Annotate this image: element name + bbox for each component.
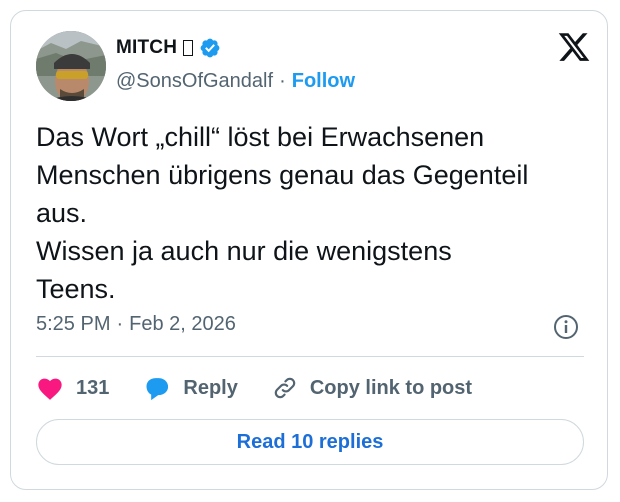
tweet-time: 5:25 PM	[36, 313, 111, 335]
heart-icon	[38, 378, 62, 400]
reply-label: Reply	[183, 376, 238, 399]
tweet-text: Das Wort „chill“ löst bei Erwachsenen Me…	[36, 118, 586, 308]
tweet-text-line: Wissen ja auch nur die wenigstens	[36, 236, 452, 266]
action-bar: 131 Reply Copy link to post	[36, 371, 506, 405]
author-handle-row: @SonsOfGandalf · Follow	[116, 70, 355, 93]
tweet-timestamp[interactable]: 5:25 PM · Feb 2, 2026	[36, 313, 236, 336]
handle-separator: ·	[279, 70, 286, 92]
read-replies-button[interactable]: Read 10 replies	[36, 419, 584, 465]
author-handle[interactable]: @SonsOfGandalf	[116, 70, 273, 93]
reply-bubble-icon	[146, 378, 169, 401]
copy-link-button[interactable]: Copy link to post	[272, 375, 472, 401]
tweet-text-line: Das Wort „chill“ löst bei Erwachsenen	[36, 122, 485, 152]
divider	[36, 356, 584, 357]
timestamp-separator: ·	[116, 313, 124, 335]
author-display-name[interactable]: MITCH	[116, 37, 177, 59]
emoji-placeholder-icon	[183, 40, 194, 56]
avatar[interactable]	[36, 31, 106, 101]
info-icon[interactable]	[553, 314, 579, 340]
read-replies-label: Read 10 replies	[236, 430, 384, 453]
like-count: 131	[76, 376, 110, 399]
author-name-row[interactable]: MITCH	[116, 37, 221, 59]
tweet-text-line: Teens.	[36, 274, 116, 304]
copy-link-label: Copy link to post	[309, 376, 473, 399]
follow-button[interactable]: Follow	[292, 70, 355, 93]
tweet-text-line: aus.	[36, 198, 88, 228]
reply-button[interactable]: Reply	[143, 375, 238, 401]
tweet-text-line: Menschen übrigens genau das Gegenteil	[36, 160, 529, 190]
link-icon	[274, 377, 296, 399]
tweet-date: Feb 2, 2026	[129, 313, 236, 335]
x-logo-icon[interactable]	[557, 30, 591, 64]
like-button[interactable]: 131	[36, 375, 109, 401]
verified-badge-icon	[200, 38, 220, 58]
